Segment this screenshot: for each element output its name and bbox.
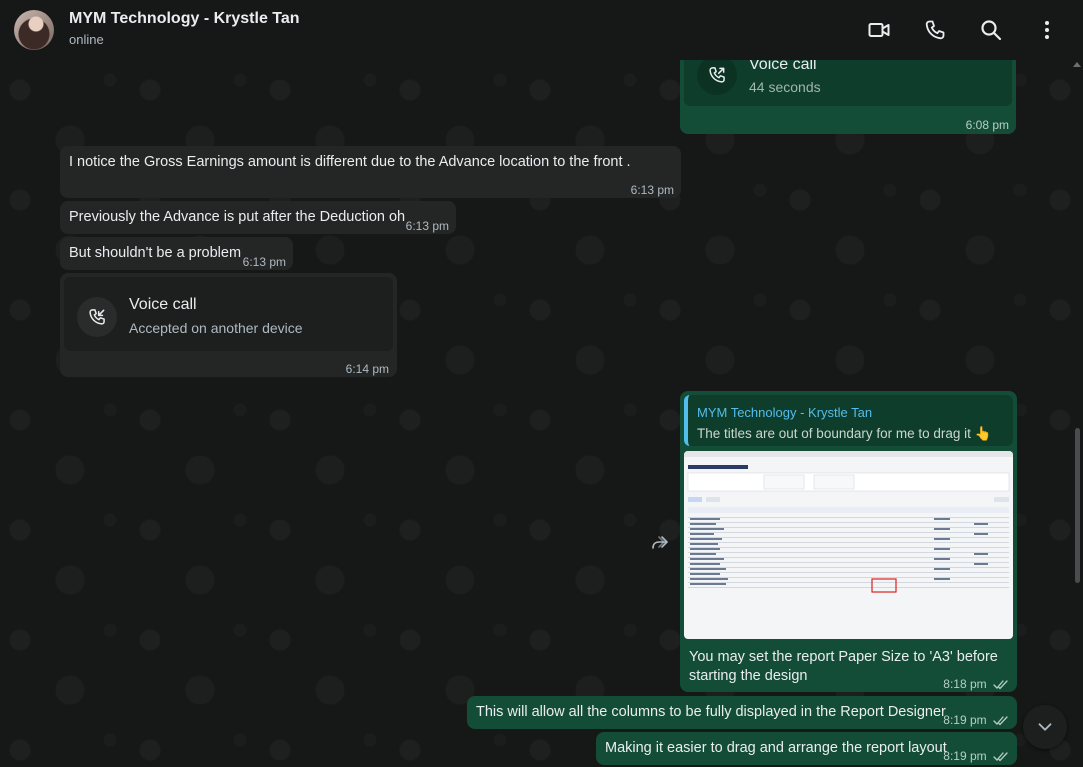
message-text: Previously the Advance is put after the …: [69, 209, 406, 225]
read-receipt-icon: [993, 752, 1008, 762]
message-time: 8:19 pm: [943, 747, 1009, 766]
avatar[interactable]: [14, 10, 54, 50]
forward-icon[interactable]: [650, 532, 670, 552]
message-time: 8:19 pm: [943, 711, 1009, 730]
message-text: I notice the Gross Earnings amount is di…: [69, 154, 631, 170]
message-reply-with-image[interactable]: MYM Technology - Krystle Tan The titles …: [680, 391, 1017, 692]
message-time: 6:14 pm: [345, 362, 389, 376]
contact-name[interactable]: MYM Technology - Krystle Tan: [69, 10, 300, 28]
chevron-down-icon: [1038, 723, 1052, 731]
outgoing-call-icon: [697, 55, 737, 95]
message-incoming[interactable]: Previously the Advance is put after the …: [60, 201, 456, 234]
message-text: But shouldn't be a problem: [69, 245, 242, 261]
call-duration: 44 seconds: [749, 79, 821, 95]
message-time-text: 8:19 pm: [943, 749, 987, 763]
message-incoming[interactable]: I notice the Gross Earnings amount is di…: [60, 146, 681, 198]
scrollbar-thumb[interactable]: [1075, 428, 1080, 583]
message-text: Making it easier to drag and arrange the…: [605, 740, 947, 756]
message-time-text: 8:19 pm: [943, 713, 987, 727]
call-status: Accepted on another device: [129, 320, 303, 336]
scroll-to-bottom-button[interactable]: [1023, 705, 1067, 749]
message-text-line-2: starting the design: [689, 668, 808, 684]
message-time: 6:13 pm: [242, 255, 286, 269]
more-options-icon[interactable]: [1035, 18, 1059, 42]
message-incoming[interactable]: But shouldn't be a problem 6:13 pm: [60, 237, 293, 270]
message-time-text: 8:18 pm: [943, 677, 987, 691]
contact-status: online: [69, 32, 104, 47]
scrollbar-up-arrow[interactable]: [1073, 62, 1081, 67]
call-card[interactable]: Voice call Accepted on another device: [64, 277, 393, 351]
quote-text: The titles are out of boundary for me to…: [697, 426, 992, 441]
read-receipt-icon: [993, 716, 1008, 726]
call-title: Voice call: [129, 296, 197, 313]
incoming-call-icon: [77, 297, 117, 337]
video-call-icon[interactable]: [867, 18, 891, 42]
chat-header[interactable]: MYM Technology - Krystle Tan online: [0, 0, 1083, 60]
report-screenshot-image[interactable]: [684, 451, 1013, 639]
message-text: This will allow all the columns to be fu…: [476, 704, 946, 720]
quote-author: MYM Technology - Krystle Tan: [697, 405, 873, 420]
message-time: 6:08 pm: [965, 118, 1009, 132]
search-icon[interactable]: [979, 18, 1003, 42]
message-text-line-1: You may set the report Paper Size to 'A3…: [689, 649, 998, 665]
quoted-message[interactable]: MYM Technology - Krystle Tan The titles …: [684, 395, 1013, 446]
message-time: 8:18 pm: [943, 675, 1009, 694]
message-voice-call-incoming[interactable]: Voice call Accepted on another device 6:…: [60, 273, 397, 377]
message-time: 6:13 pm: [405, 219, 449, 233]
read-receipt-icon: [993, 680, 1008, 690]
voice-call-icon[interactable]: [923, 18, 947, 42]
message-outgoing[interactable]: Making it easier to drag and arrange the…: [596, 732, 1017, 765]
message-time: 6:13 pm: [630, 183, 674, 197]
message-outgoing[interactable]: This will allow all the columns to be fu…: [467, 696, 1017, 729]
